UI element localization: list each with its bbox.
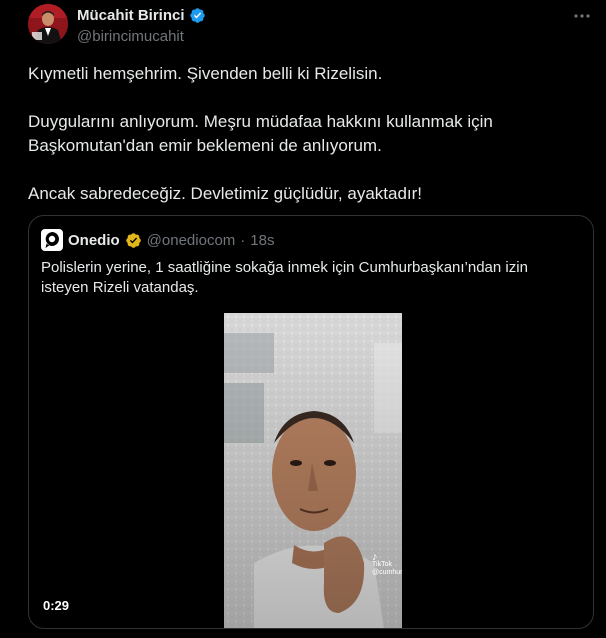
video-duration: 0:29: [43, 598, 70, 613]
tweet-text: Kıymetli hemşehrim. Şivenden belli ki Ri…: [28, 62, 568, 206]
tiktok-watermark: ♪ TikTok @cumhuriyettvonline: [372, 552, 402, 577]
tiktok-brand: TikTok: [372, 561, 392, 568]
quoted-header: Onedio @onediocom · 18s: [41, 229, 274, 251]
separator-dot: ·: [240, 231, 246, 249]
author-header: Mücahit Birinci @birincimucahit: [77, 5, 546, 45]
verified-badge-icon[interactable]: [189, 7, 206, 24]
tweet-paragraph: Ancak sabredeceğiz. Devletimiz güçlüdür,…: [28, 184, 423, 203]
quoted-timestamp[interactable]: 18s: [250, 232, 274, 249]
video-player[interactable]: ♪ TikTok @cumhuriyettvonline: [224, 313, 402, 628]
avatar[interactable]: [28, 4, 68, 44]
quoted-tweet[interactable]: Onedio @onediocom · 18s Polislerin yerin…: [28, 215, 594, 629]
video-thumbnail: [224, 313, 402, 628]
quoted-handle[interactable]: @onediocom: [147, 232, 236, 249]
tweet: Mücahit Birinci @birincimucahit Kıymetli…: [0, 0, 606, 638]
verified-badge-icon[interactable]: [125, 232, 142, 249]
quoted-text: Polislerin yerine, 1 saatliğine sokağa i…: [41, 259, 528, 296]
tiktok-handle: @cumhuriyettvonline: [372, 569, 402, 576]
more-horizontal-icon[interactable]: [572, 6, 592, 26]
onedio-logo-icon[interactable]: [41, 229, 63, 251]
author-display-name[interactable]: Mücahit Birinci: [77, 7, 185, 24]
quoted-display-name[interactable]: Onedio: [68, 232, 120, 249]
tweet-paragraph: Duygularını anlıyorum. Meşru müdafaa hak…: [28, 112, 493, 155]
author-handle[interactable]: @birincimucahit: [77, 28, 546, 45]
tweet-paragraph: Kıymetli hemşehrim. Şivenden belli ki Ri…: [28, 64, 383, 83]
